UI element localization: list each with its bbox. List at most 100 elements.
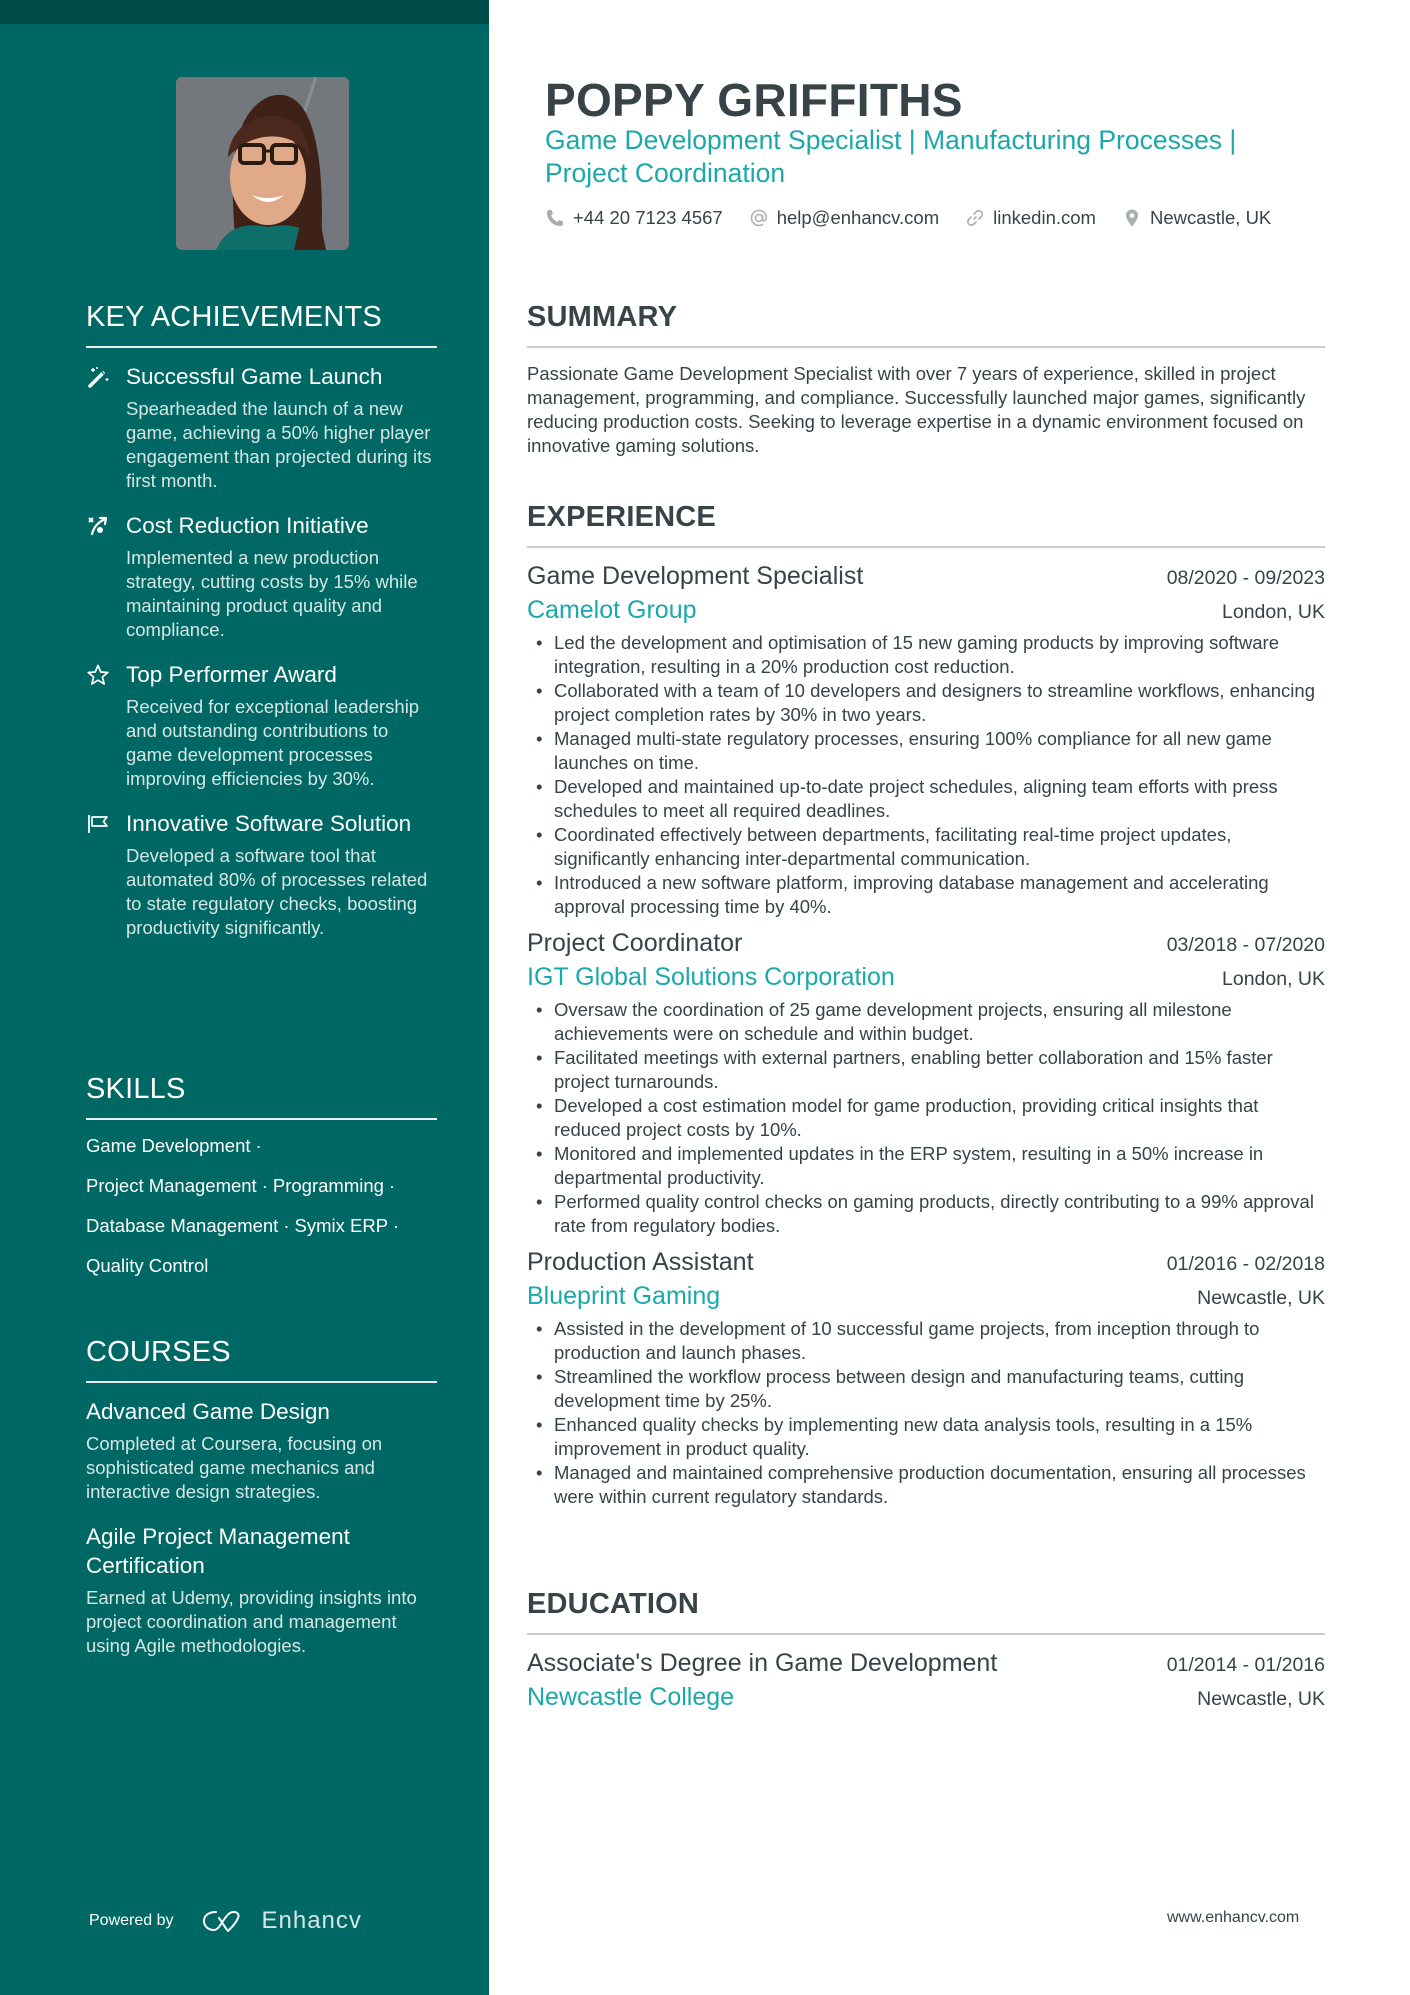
footer-url[interactable]: www.enhancv.com [1167,1909,1299,1927]
job-bullets: Oversaw the coordination of 25 game deve… [527,998,1325,1238]
magic-wand-icon [88,367,109,388]
section-divider [527,346,1325,348]
skill-item: Symix ERP [294,1215,389,1236]
phone-number: +44 20 7123 4567 [573,207,723,228]
section-divider [86,346,437,348]
achievement-description: Received for exceptional leadership and … [126,696,420,789]
job-company-row: Blueprint Gaming Newcastle, UK [527,1280,1325,1314]
job-title-row: Project Coordinator 03/2018 - 07/2020 [527,927,1325,961]
job-bullet: Developed a cost estimation model for ga… [527,1094,1325,1142]
job-company-row: Camelot Group London, UK [527,594,1325,628]
achievement-description: Developed a software tool that automated… [126,845,428,938]
summary-text: Passionate Game Development Specialist w… [527,363,1306,456]
link-icon [967,210,984,226]
skills-line: Game Development · [86,1134,437,1158]
strategy-arrow-icon [88,516,108,536]
skills-line: Quality Control [86,1254,437,1278]
job-bullet: Facilitated meetings with external partn… [527,1046,1325,1094]
achievement-description: Spearheaded the launch of a new game, ac… [126,398,432,491]
job-entry: Production Assistant 01/2016 - 02/2018 Blu… [527,1246,1325,1509]
education-dates: 01/2014 - 01/2016 [1166,1654,1325,1676]
contact-email[interactable]: help@enhancv.com [749,207,939,229]
skill-separator: · [261,1175,268,1196]
phone-icon [547,210,563,226]
location-text: Newcastle, UK [1149,207,1272,228]
job-dates: 01/2016 - 02/2018 [1166,1253,1325,1275]
skill-item: Quality Control [86,1255,209,1276]
achievement-title: Cost Reduction Initiative [126,513,369,538]
achievement-title: Successful Game Launch [126,364,383,389]
job-bullets: Led the development and optimisation of … [527,631,1325,919]
achievement-item: Top Performer Award Received for excepti… [86,660,437,791]
course-item: Advanced Game Design Completed at Course… [86,1397,437,1504]
job-title: Project Coordinator [527,929,743,957]
profile-photo [176,77,349,250]
link-url: linkedin.com [993,207,1096,228]
enhancv-brand[interactable]: Enhancv [262,1907,362,1935]
course-title: Agile Project Management Certification [86,1524,350,1578]
course-title: Advanced Game Design [86,1399,330,1424]
job-bullets: Assisted in the development of 10 succes… [527,1317,1325,1509]
location-pin-icon [1125,209,1138,227]
education-title-row: Associate's Degree in Game Development 0… [527,1647,1325,1681]
skill-separator: · [255,1135,262,1156]
achievement-item: Cost Reduction Initiative Implemented a … [86,511,437,642]
section-divider [86,1381,437,1383]
jobs-list: Game Development Specialist 08/2020 - 09/… [527,560,1325,1509]
skill-item: Programming [272,1175,384,1196]
job-location: London, UK [1222,968,1325,990]
school-name: Newcastle College [527,1683,735,1711]
course-item: Agile Project Management Certification E… [86,1522,437,1658]
job-bullet: Collaborated with a team of 10 developer… [527,679,1325,727]
star-icon [87,664,109,685]
section-heading: COURSES [86,1336,231,1368]
job-bullet: Managed and maintained comprehensive pro… [527,1461,1325,1509]
contact-link[interactable]: linkedin.com [965,207,1096,229]
achievement-title: Top Performer Award [126,662,337,687]
skill-separator: · [388,1175,396,1196]
job-location: London, UK [1222,601,1325,623]
achievement-item: Innovative Software Solution Developed a… [86,809,437,940]
course-description: Completed at Coursera, focusing on sophi… [86,1433,383,1502]
job-dates: 03/2018 - 07/2020 [1166,934,1325,956]
skills-line: Project Management · Programming · [86,1174,437,1198]
job-title: Game Development Specialist [527,562,864,590]
section-divider [527,546,1325,548]
job-bullet: Assisted in the development of 10 succes… [527,1317,1325,1365]
job-entry: Game Development Specialist 08/2020 - 09/… [527,560,1325,919]
skill-separator: · [283,1215,290,1236]
job-bullet: Led the development and optimisation of … [527,631,1325,679]
education-location: Newcastle, UK [1197,1688,1325,1710]
at-sign-icon [750,209,767,227]
contact-bar: +44 20 7123 4567 help@enhancv.com linked… [545,207,1297,229]
education-item: Associate's Degree in Game Development 0… [527,1647,1325,1715]
job-dates: 08/2020 - 09/2023 [1166,567,1325,589]
job-bullet: Enhanced quality checks by implementing … [527,1413,1325,1461]
candidate-name: POPPY GRIFFITHS [545,74,963,126]
summary-section: SUMMARY Passionate Game Development Spec… [527,300,1325,458]
degree-title: Associate's Degree in Game Development [527,1649,998,1677]
achievement-title: Innovative Software Solution [126,811,412,836]
powered-by: Powered by Enhancv [89,1907,362,1935]
section-heading: EXPERIENCE [527,501,716,533]
education-section: EDUCATION Associate's Degree in Game Dev… [527,1587,1325,1715]
experience-section: EXPERIENCE Game Development Specialist 08… [527,500,1325,1509]
job-bullet: Managed multi-state regulatory processes… [527,727,1325,775]
skills-section: SKILLS Game Development · Project Manageme… [86,1072,437,1278]
skills-list: Game Development · Project Management · Prog… [86,1134,437,1278]
section-heading: KEY ACHIEVEMENTS [86,301,382,333]
job-bullet: Performed quality control checks on gami… [527,1190,1325,1238]
contact-phone[interactable]: +44 20 7123 4567 [545,207,723,229]
achievement-description: Implemented a new production strategy, c… [126,547,418,640]
education-school-row: Newcastle College Newcastle, UK [527,1681,1325,1715]
company-name: Blueprint Gaming [527,1282,721,1310]
job-title: Production Assistant [527,1248,754,1276]
course-description: Earned at Udemy, providing insights into… [86,1587,417,1656]
job-company-row: IGT Global Solutions Corporation London, … [527,961,1325,995]
job-bullet: Developed and maintained up-to-date proj… [527,775,1325,823]
enhancv-logo-icon[interactable] [202,1908,250,1934]
job-bullet: Introduced a new software platform, impr… [527,871,1325,919]
section-heading: SKILLS [86,1073,186,1105]
section-heading: EDUCATION [527,1588,700,1620]
job-bullet: Monitored and implemented updates in the… [527,1142,1325,1190]
